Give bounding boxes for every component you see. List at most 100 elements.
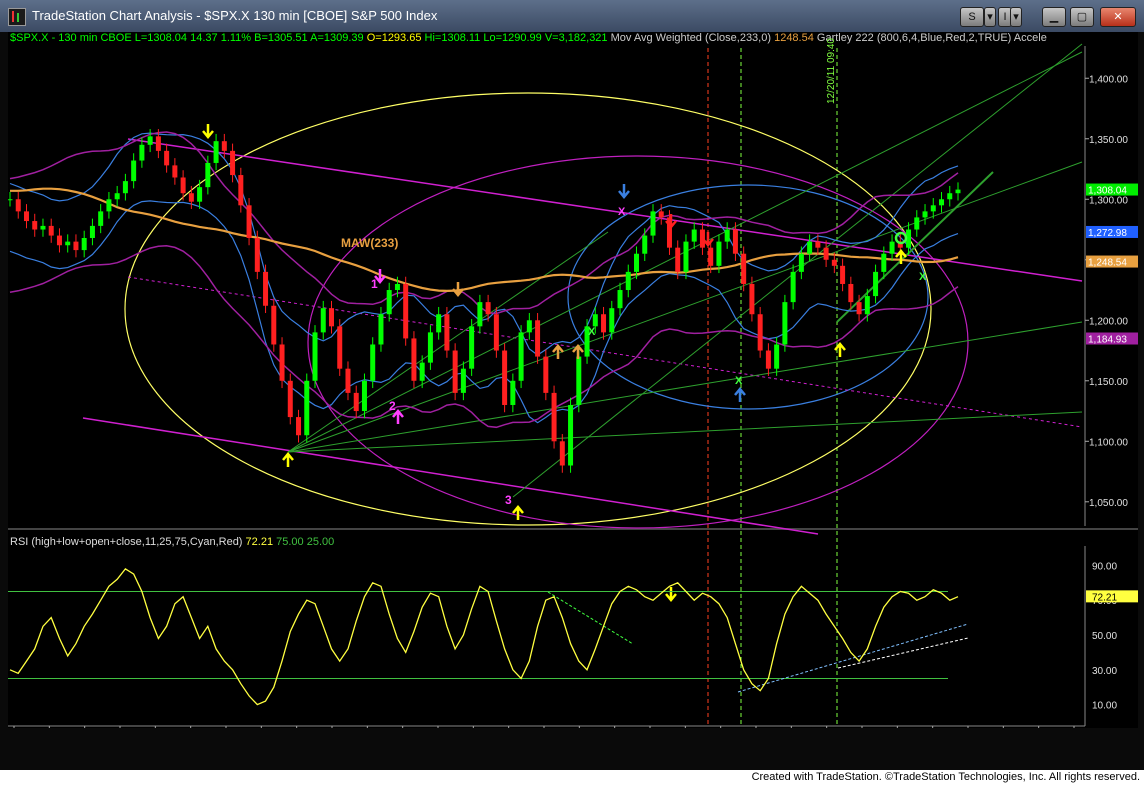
candle-body	[543, 356, 549, 393]
candle-body	[56, 235, 62, 246]
candle-body	[502, 350, 508, 405]
price-tick-label: 1,300.00	[1089, 195, 1128, 206]
candle-body	[361, 380, 367, 412]
price-marker-label: 1,248.54	[1088, 258, 1127, 269]
candle-body	[304, 380, 310, 436]
candle-body	[328, 308, 334, 327]
candle-body	[114, 193, 120, 200]
candle-body	[807, 241, 813, 254]
candle-body	[370, 344, 376, 381]
rsi-tick-label: 10.00	[1092, 701, 1117, 712]
arrow-down-icon	[665, 587, 677, 602]
candle-body	[559, 441, 565, 466]
candle-body	[955, 189, 961, 194]
candle-body	[122, 181, 128, 194]
candle-body	[914, 217, 920, 230]
candle-body	[526, 320, 532, 333]
candle-body	[320, 308, 326, 333]
arrow-up-icon	[572, 344, 584, 359]
candle-body	[386, 290, 392, 315]
candle-body	[873, 271, 879, 297]
candle-body	[394, 283, 400, 291]
rsi-pane: 90.0070.0050.0030.0010.0072.21	[8, 561, 1138, 712]
close-button[interactable]: ✕	[1100, 7, 1136, 27]
arrow-down-icon	[618, 184, 630, 199]
candle-body	[642, 235, 648, 254]
price-tick-label: 1,100.00	[1089, 437, 1128, 448]
candle-body	[518, 332, 524, 381]
candle-body	[947, 193, 953, 200]
minimize-button[interactable]: ▁	[1042, 7, 1066, 27]
candle-body	[922, 211, 928, 218]
candle-body	[782, 302, 788, 345]
chart-area[interactable]: $SPX.X - 130 min CBOE L=1308.04 14.37 1.…	[8, 32, 1138, 728]
rsi-legend-label: RSI (high+low+open+close,11,25,75,Cyan,R…	[10, 536, 243, 548]
i-dropdown-chevron-icon[interactable]: ▾	[1010, 7, 1022, 27]
candle-body	[765, 350, 771, 369]
candle-body	[551, 392, 557, 442]
rsi-legend: RSI (high+low+open+close,11,25,75,Cyan,R…	[10, 536, 334, 548]
candle-body	[716, 241, 722, 266]
candle-body	[411, 338, 417, 381]
rsi-marker-label: 72.21	[1092, 592, 1117, 603]
magenta-envelope-lower	[9, 245, 959, 429]
candle-body	[89, 225, 95, 238]
candle-body	[287, 380, 293, 418]
candle-body	[939, 199, 945, 206]
candle-body	[617, 290, 623, 309]
candle-body	[32, 221, 38, 230]
candle-body	[790, 271, 796, 303]
candle-body	[535, 320, 541, 357]
arrow-up-icon	[512, 505, 524, 520]
candle-body	[271, 305, 277, 345]
x-marker: X	[919, 271, 927, 283]
candle-body	[609, 308, 615, 333]
maximize-button[interactable]: ▢	[1070, 7, 1094, 27]
s-button[interactable]: S	[960, 7, 984, 27]
candle-body	[263, 271, 269, 306]
candle-body	[469, 326, 475, 369]
arrow-down-icon	[452, 282, 464, 297]
s-dropdown-chevron-icon[interactable]: ▾	[984, 7, 996, 27]
candle-body	[164, 150, 170, 166]
candle-body	[147, 136, 153, 145]
footer: Created with TradeStation. ©TradeStation…	[0, 770, 1144, 785]
candle-body	[568, 404, 574, 466]
price-y-axis: 1,400.001,350.001,300.001,250.001,200.00…	[1085, 74, 1128, 509]
candle-body	[741, 253, 747, 284]
candle-body	[279, 344, 285, 381]
candle-body	[106, 199, 112, 212]
candle-body	[337, 326, 343, 369]
rsi-legend-ob: 75.00	[276, 536, 304, 548]
candle-body	[592, 314, 598, 327]
maw-233-line	[10, 187, 959, 293]
candle-body	[378, 314, 384, 345]
candle-body	[840, 265, 846, 284]
point-2-label: 2	[389, 399, 396, 413]
rsi-y-axis: 90.0070.0050.0030.0010.0072.21	[1086, 561, 1138, 712]
candle-body	[485, 302, 491, 315]
title-bar[interactable]: TradeStation Chart Analysis - $SPX.X 130…	[0, 0, 1144, 32]
candle-body	[460, 368, 466, 393]
candle-body	[774, 344, 780, 369]
candle-body	[831, 259, 837, 266]
x-marker: X	[735, 375, 743, 387]
candle-body	[230, 150, 236, 176]
price-tick-label: 1,150.00	[1089, 377, 1128, 388]
point-1-label: 1	[371, 277, 378, 291]
candle-body	[48, 225, 54, 236]
candle-body	[180, 177, 186, 194]
candle-body	[798, 253, 804, 272]
candle-body	[155, 136, 161, 151]
price-marker-label: 1,272.98	[1088, 228, 1127, 239]
candle-body	[353, 392, 359, 412]
candle-body	[634, 253, 640, 272]
candle-body	[73, 241, 79, 251]
bollinger-lower	[9, 200, 959, 424]
candle-body	[436, 314, 442, 333]
price-tick-label: 1,350.00	[1089, 135, 1128, 146]
candle-body	[23, 211, 29, 222]
chart-app-icon[interactable]	[8, 8, 26, 26]
candle-body	[823, 247, 829, 260]
price-chart-svg[interactable]: 12/20/11 09:40 MAW(233) 1 2 3 X X X X 1,…	[8, 32, 1138, 728]
